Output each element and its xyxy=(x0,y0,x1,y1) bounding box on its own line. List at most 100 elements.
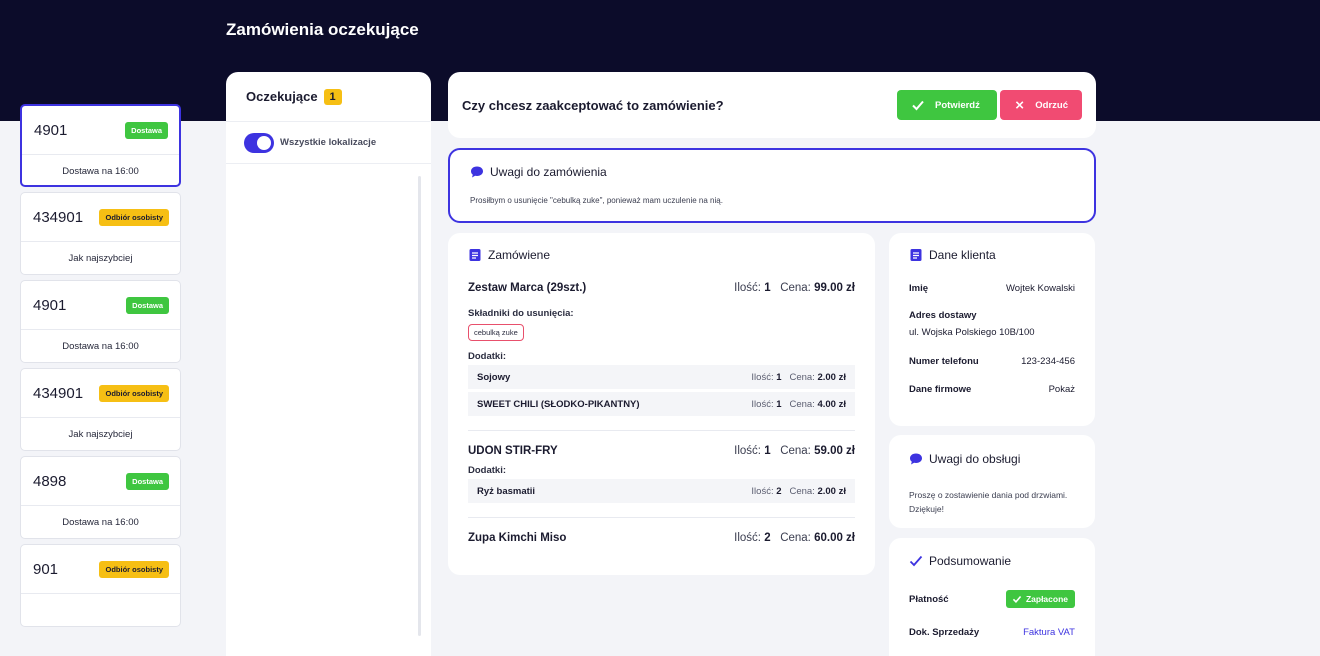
client-address: ul. Wojska Polskiego 10B/100 xyxy=(909,327,1035,338)
order-type-badge: Odbiór osobisty xyxy=(99,208,169,226)
order-item-price: 59.00 zł xyxy=(814,445,855,457)
order-card-header: 901 Odbiór osobisty xyxy=(21,545,180,594)
addon-qty: 2 xyxy=(776,485,782,497)
order-item-qty-price: Ilość: 1 Cena: 99.00 zł xyxy=(734,282,855,294)
order-number: 4898 xyxy=(33,472,67,490)
order-time: Jak najszybciej xyxy=(68,429,133,440)
sale-doc-row: Dok. Sprzedaży Faktura VAT xyxy=(909,627,1075,638)
summary-card: Podsumowanie Płatność Zapłacone Dok. Spr… xyxy=(889,538,1095,656)
qty-label: Ilość: xyxy=(751,398,774,410)
client-name-row: Imię Wojtek Kowalski xyxy=(909,283,1075,294)
addon-qty: 1 xyxy=(776,398,782,410)
order-card[interactable]: 4901 Dostawa Dostawa na 16:00 xyxy=(20,280,181,363)
order-card-header: 4898 Dostawa xyxy=(21,457,180,506)
order-item-name: Zestaw Marca (29szt.) xyxy=(468,282,587,294)
addon-price: 2.00 zł xyxy=(817,485,846,497)
addon-qty-price: Ilość: 1 Cena: 4.00 zł xyxy=(751,399,846,410)
all-locations-toggle[interactable] xyxy=(244,132,274,153)
addon-qty-price: Ilość: 1 Cena: 2.00 zł xyxy=(751,372,846,383)
order-card-header: 434901 Odbiór osobisty xyxy=(21,193,180,242)
order-item-name: Zupa Kimchi Miso xyxy=(468,532,567,544)
receipt-icon xyxy=(910,249,922,261)
order-time: Dostawa na 16:00 xyxy=(62,166,139,177)
page-title: Zamówienia oczekujące xyxy=(226,20,419,39)
sale-doc-link[interactable]: Faktura VAT xyxy=(1023,627,1075,638)
price-label: Cena: xyxy=(780,282,811,294)
client-company-row: Dane firmowe Pokaż xyxy=(909,384,1075,395)
order-time: Jak najszybciej xyxy=(68,253,133,264)
addon-name: SWEET CHILI (SŁODKO-PIKANTNY) xyxy=(477,398,640,410)
order-item-header: Zupa Kimchi Miso Ilość: 2 Cena: 60.00 zł xyxy=(468,532,855,544)
order-notes-card: Uwagi do zamówienia Prosiłbym o usunięci… xyxy=(448,148,1096,223)
sale-doc-label: Dok. Sprzedaży xyxy=(909,627,980,638)
staff-notes-title: Uwagi do obsługi xyxy=(929,452,1021,466)
close-icon xyxy=(1015,101,1024,109)
paid-badge-label: Zapłacone xyxy=(1025,594,1068,604)
confirm-button[interactable]: Potwierdź xyxy=(897,90,997,120)
summary-title: Podsumowanie xyxy=(929,554,1012,568)
order-number: 4901 xyxy=(33,296,67,314)
pending-header: Oczekujące 1 xyxy=(226,72,431,122)
pending-label: Oczekujące xyxy=(246,89,318,104)
order-card[interactable]: 4898 Dostawa Dostawa na 16:00 xyxy=(20,456,181,539)
order-list-scrollbar[interactable] xyxy=(418,176,421,636)
confirm-card: Czy chcesz zaakceptować to zamówienie? P… xyxy=(448,72,1096,138)
order-notes-text: Prosiłbym o usunięcie "cebulką zuke", po… xyxy=(470,196,723,205)
pending-count-badge: 1 xyxy=(323,88,342,105)
order-item: Zupa Kimchi Miso Ilość: 2 Cena: 60.00 zł xyxy=(468,532,855,544)
order-card[interactable]: 901 Odbiór osobisty xyxy=(20,544,181,627)
order-time xyxy=(21,594,180,626)
addons-label: Dodatki: xyxy=(468,351,506,362)
order-card-header: 434901 Odbiór osobisty xyxy=(21,369,180,418)
order-item-price: 60.00 zł xyxy=(814,532,855,544)
order-item-qty-price: Ilość: 2 Cena: 60.00 zł xyxy=(734,532,855,544)
order-item-name: UDON STIR-FRY xyxy=(468,445,558,457)
client-phone-label: Numer telefonu xyxy=(909,356,979,367)
addon-name: Ryż basmatii xyxy=(477,485,536,497)
chat-bubble-icon xyxy=(471,166,483,178)
order-item-price: 99.00 zł xyxy=(814,282,855,294)
client-name: Wojtek Kowalski xyxy=(1006,283,1075,294)
payment-row: Płatność Zapłacone xyxy=(909,590,1075,608)
order-type-badge: Odbiór osobisty xyxy=(99,384,169,402)
check-icon xyxy=(912,100,924,111)
confirm-question: Czy chcesz zaakceptować to zamówienie? xyxy=(462,97,724,113)
addon-price: 4.00 zł xyxy=(817,398,846,410)
addon-name: Sojowy xyxy=(477,371,511,383)
client-title: Dane klienta xyxy=(929,248,996,262)
addon-qty: 1 xyxy=(776,371,782,383)
addons-label: Dodatki: xyxy=(468,465,506,476)
qty-label: Ilość: xyxy=(734,532,761,544)
order-item-qty: 1 xyxy=(764,445,771,457)
order-type-badge: Dostawa xyxy=(126,472,169,490)
order-type-badge: Dostawa xyxy=(125,121,168,139)
order-list: 4901 Dostawa Dostawa na 16:00 434901 Odbiór … xyxy=(20,104,181,632)
order-number: 434901 xyxy=(33,384,84,402)
ordered-items-card: Zamówiene Zestaw Marca (29szt.) Ilość: 1 … xyxy=(448,233,875,575)
order-notes-title: Uwagi do zamówienia xyxy=(490,165,607,179)
order-card[interactable]: 434901 Odbiór osobisty Jak najszybciej xyxy=(20,368,181,451)
order-time: Dostawa na 16:00 xyxy=(62,341,139,352)
order-number: 4901 xyxy=(34,121,68,139)
order-item-qty: 2 xyxy=(764,532,771,544)
order-card-header: 4901 Dostawa xyxy=(21,281,180,330)
order-item: Zestaw Marca (29szt.) Ilość: 1 Cena: 99.0… xyxy=(468,282,855,431)
all-locations-row: Wszystkie lokalizacje xyxy=(226,122,431,164)
price-label: Cena: xyxy=(780,445,811,457)
reject-button[interactable]: Odrzuć xyxy=(1000,90,1082,120)
client-name-label: Imię xyxy=(909,283,929,294)
paid-badge: Zapłacone xyxy=(1005,590,1075,608)
show-company-link[interactable]: Pokaż xyxy=(1049,384,1075,395)
order-number: 901 xyxy=(33,560,59,578)
client-phone-row: Numer telefonu 123-234-456 xyxy=(909,356,1075,367)
pending-orders-panel: Oczekujące 1 Wszystkie lokalizacje xyxy=(226,72,431,656)
all-locations-label: Wszystkie lokalizacje xyxy=(280,137,377,148)
confirm-button-label: Potwierdź xyxy=(935,99,980,111)
price-label: Cena: xyxy=(789,485,815,497)
order-card[interactable]: 434901 Odbiór osobisty Jak najszybciej xyxy=(20,192,181,275)
qty-label: Ilość: xyxy=(734,445,761,457)
order-type-badge: Odbiór osobisty xyxy=(99,560,169,578)
order-card[interactable]: 4901 Dostawa Dostawa na 16:00 xyxy=(20,104,181,187)
order-number: 434901 xyxy=(33,208,84,226)
ordered-title: Zamówiene xyxy=(488,248,551,262)
